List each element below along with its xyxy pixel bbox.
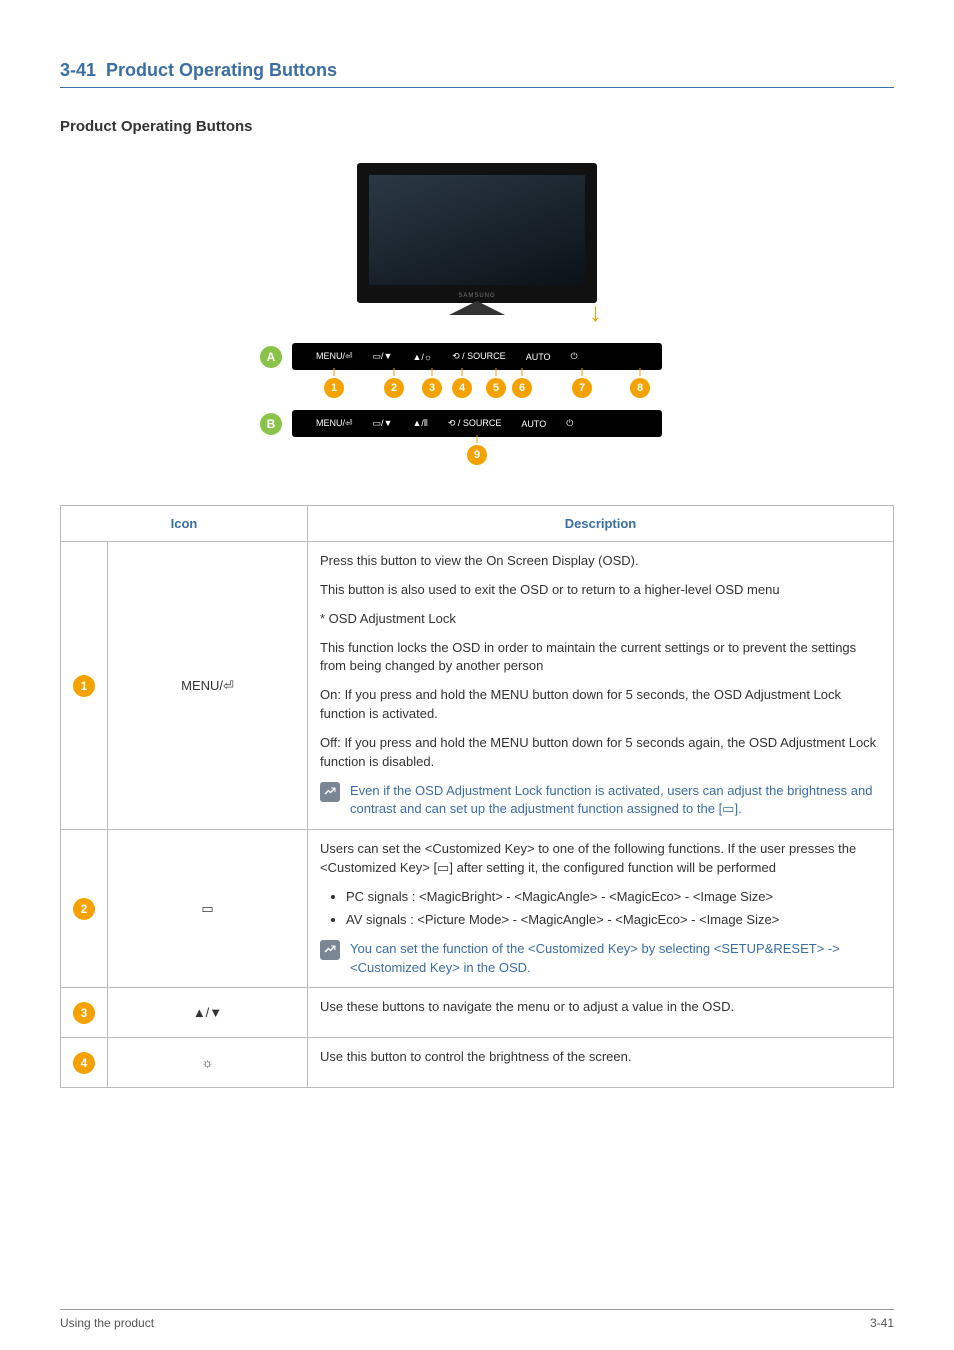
row-badge: 4 [73, 1052, 95, 1074]
strip-a-item: ▲/☼ [402, 352, 442, 362]
strip-b-item: MENU/⏎ [306, 418, 363, 429]
desc-text: Users can set the <Customized Key> to on… [320, 840, 881, 878]
strip-a-item: ⏻ [561, 351, 588, 362]
callout-badge: 1 [324, 378, 344, 398]
monitor-brand-label: SAMSUNG [458, 293, 495, 299]
callout-badge: 8 [630, 378, 650, 398]
monitor-illustration: SAMSUNG ↓ [292, 163, 662, 303]
strip-b-item: AUTO [511, 419, 556, 429]
desc-text: Use these buttons to navigate the menu o… [320, 998, 881, 1017]
sub-heading: Product Operating Buttons [60, 118, 894, 135]
callout-badge: 6 [512, 378, 532, 398]
page-footer: Using the product 3-41 [60, 1309, 894, 1330]
callout-badge: 7 [572, 378, 592, 398]
arrow-down-icon: ↓ [589, 297, 602, 328]
table-row: 3 ▲/▼ Use these buttons to navigate the … [61, 988, 894, 1038]
section-heading: 3-41 Product Operating Buttons [60, 60, 894, 88]
desc-text: * OSD Adjustment Lock [320, 610, 881, 629]
button-strip-b: B MENU/⏎ ▭/▼ ▲/⦀ ⟲ / SOURCE AUTO ⏻ [292, 410, 662, 437]
strip-b-item: ⏻ [556, 418, 583, 429]
row-badge: 3 [73, 1002, 95, 1024]
desc-text: This function locks the OSD in order to … [320, 639, 881, 677]
strip-a-item: MENU/⏎ [306, 351, 363, 362]
callout-badge: 2 [384, 378, 404, 398]
desc-text: This button is also used to exit the OSD… [320, 581, 881, 600]
section-title: Product Operating Buttons [106, 60, 337, 80]
note-block: You can set the function of the <Customi… [320, 940, 881, 978]
brightness-icon-label: ☼ [202, 1055, 214, 1070]
strip-b-item: ▲/⦀ [402, 418, 437, 429]
callout-badge: 9 [467, 445, 487, 465]
strip-b-item: ▭/▼ [363, 418, 403, 429]
callout-badge: 5 [486, 378, 506, 398]
col-header-description: Description [308, 506, 894, 542]
strip-a-item: ▭/▼ [363, 351, 403, 362]
desc-bullet: PC signals : <MagicBright> - <MagicAngle… [346, 888, 881, 907]
callout-badge: 3 [422, 378, 442, 398]
table-row: 4 ☼ Use this button to control the brigh… [61, 1038, 894, 1088]
strip-a-callouts: 1 2 3 4 5 6 7 8 [292, 370, 662, 398]
section-number: 3-41 [60, 60, 96, 80]
up-down-icon-label: ▲/▼ [193, 1005, 222, 1020]
desc-text: Press this button to view the On Screen … [320, 552, 881, 571]
strip-b-callouts: 9 [292, 437, 662, 465]
desc-bullet: AV signals : <Picture Mode> - <MagicAngl… [346, 911, 881, 930]
row-badge: 2 [73, 898, 95, 920]
desc-text: Off: If you press and hold the MENU butt… [320, 734, 881, 772]
button-description-table: Icon Description 1 MENU/⏎ Press this but… [60, 505, 894, 1088]
button-strip-a: A MENU/⏎ ▭/▼ ▲/☼ ⟲ / SOURCE AUTO ⏻ [292, 343, 662, 370]
desc-text: On: If you press and hold the MENU butto… [320, 686, 881, 724]
strip-badge-a: A [260, 346, 282, 368]
note-icon [320, 940, 340, 960]
note-block: Even if the OSD Adjustment Lock function… [320, 782, 881, 820]
col-header-icon: Icon [61, 506, 308, 542]
menu-icon-label: MENU/⏎ [181, 678, 234, 693]
strip-a-item: ⟲ / SOURCE [442, 351, 516, 362]
table-row: 1 MENU/⏎ Press this button to view the O… [61, 542, 894, 830]
table-row: 2 ▭ Users can set the <Customized Key> t… [61, 830, 894, 988]
footer-right: 3-41 [870, 1316, 894, 1330]
customized-key-icon-label: ▭ [201, 901, 213, 916]
row-badge: 1 [73, 675, 95, 697]
callout-badge: 4 [452, 378, 472, 398]
strip-a-item: AUTO [516, 352, 561, 362]
desc-text: Use this button to control the brightnes… [320, 1048, 881, 1067]
note-text: Even if the OSD Adjustment Lock function… [350, 782, 881, 820]
footer-left: Using the product [60, 1316, 154, 1330]
note-icon [320, 782, 340, 802]
note-text: You can set the function of the <Customi… [350, 940, 881, 978]
strip-b-item: ⟲ / SOURCE [438, 418, 512, 429]
product-figure: SAMSUNG ↓ A MENU/⏎ ▭/▼ ▲/☼ ⟲ / SOURCE AU… [60, 163, 894, 465]
strip-badge-b: B [260, 413, 282, 435]
